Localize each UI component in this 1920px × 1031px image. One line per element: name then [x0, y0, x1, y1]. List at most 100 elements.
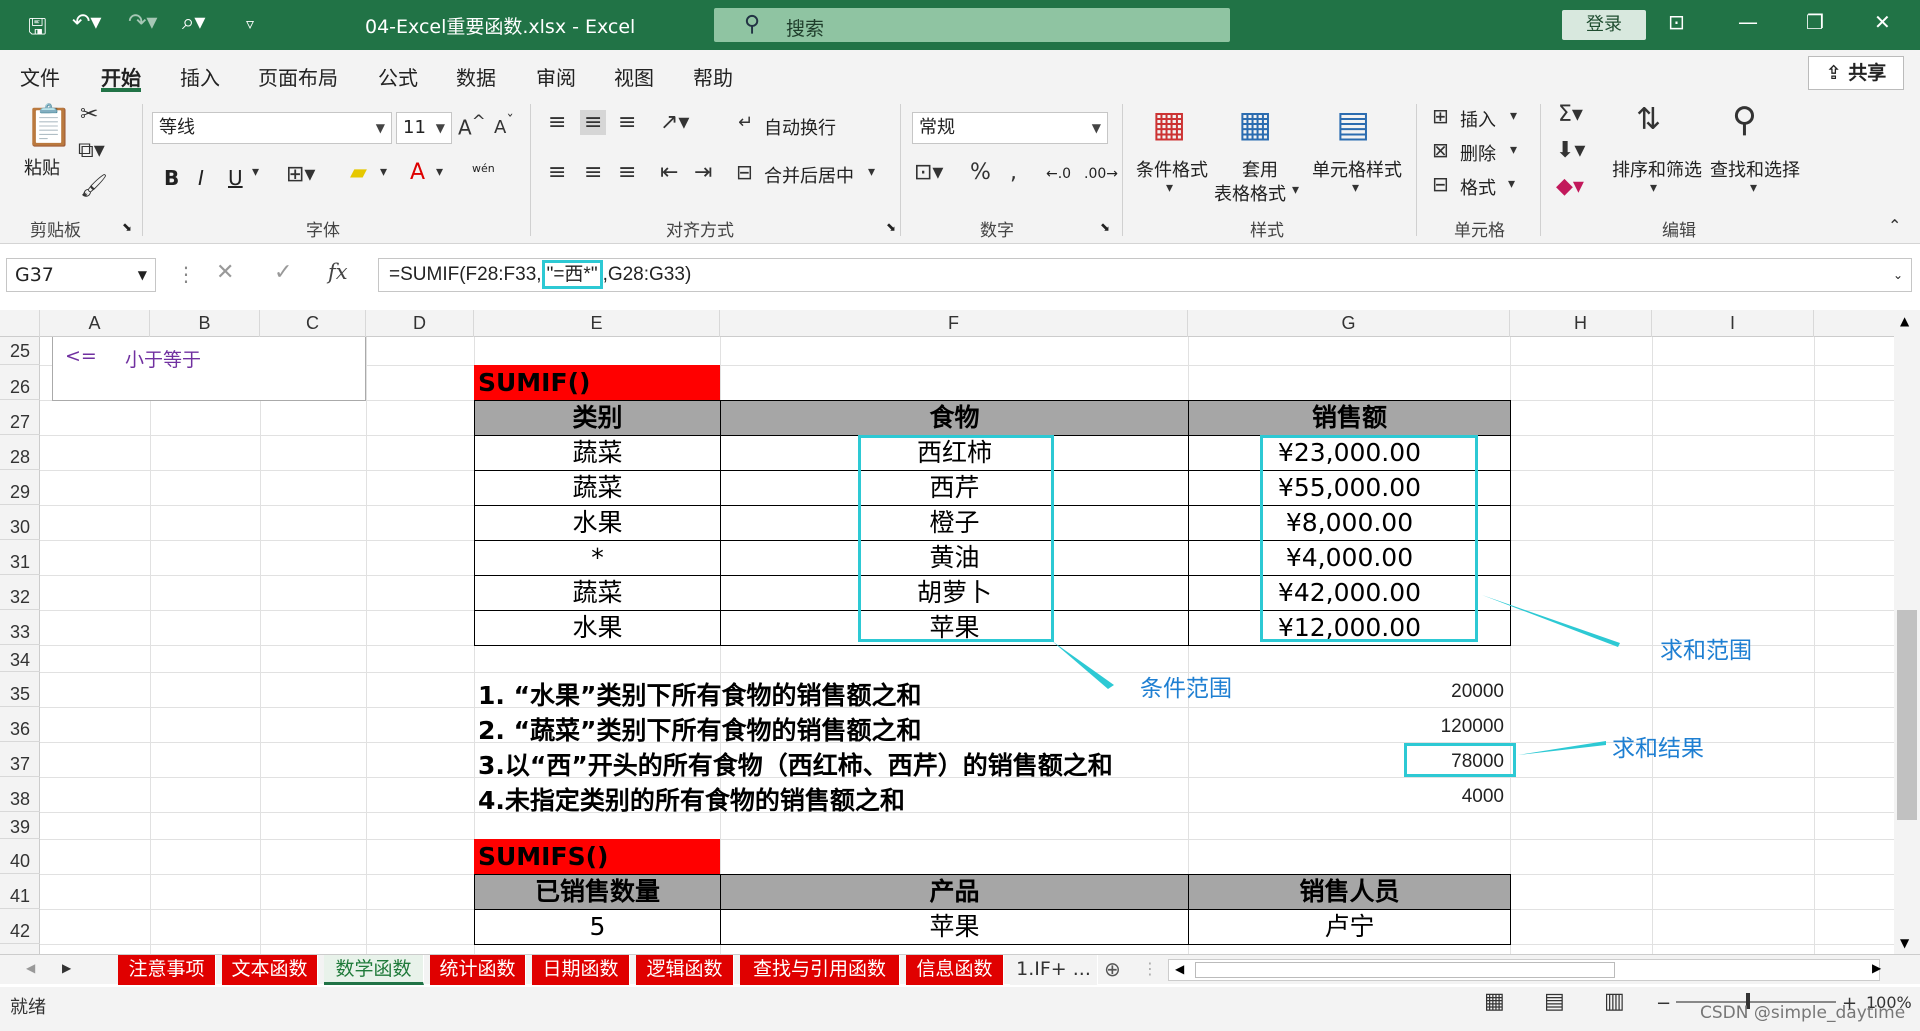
- row-header[interactable]: 35: [0, 672, 40, 707]
- decrease-decimal-icon[interactable]: .00→: [1084, 166, 1118, 182]
- row-header[interactable]: 25: [0, 337, 40, 365]
- table-format-button-line2[interactable]: 表格格式: [1214, 180, 1286, 206]
- scroll-left-icon[interactable]: ◀: [1175, 962, 1184, 976]
- zoom-out-icon[interactable]: −: [1656, 993, 1671, 1014]
- align-top-icon[interactable]: ≡: [548, 110, 566, 135]
- login-button[interactable]: 登录: [1562, 10, 1646, 40]
- row-header[interactable]: 32: [0, 575, 40, 610]
- increase-indent-icon[interactable]: ⇥: [694, 160, 712, 185]
- row-header[interactable]: 39: [0, 812, 40, 839]
- cut-icon[interactable]: ✂: [80, 102, 98, 127]
- row-header[interactable]: 28: [0, 435, 40, 470]
- save-icon[interactable]: 🖫: [28, 10, 47, 48]
- cell-style-button[interactable]: 单元格样式: [1312, 156, 1402, 182]
- chevron-down-icon[interactable]: ▾: [436, 164, 443, 180]
- merge-center-button[interactable]: 合并后居中: [764, 162, 854, 188]
- header-cell-salesperson[interactable]: 销售人员: [1188, 874, 1511, 910]
- vertical-scrollbar[interactable]: ▲ ▼: [1894, 310, 1920, 954]
- sheet-tab[interactable]: 1.IF+ ...: [1010, 955, 1098, 985]
- align-left-icon[interactable]: ≡: [548, 160, 566, 185]
- column-header-i[interactable]: I: [1652, 310, 1814, 337]
- column-header-b[interactable]: B: [150, 310, 260, 337]
- tab-view[interactable]: 视图: [614, 62, 654, 91]
- formula-input[interactable]: =SUMIF(F28:F33, "=西*" ,G28:G33) ⌄: [378, 258, 1912, 292]
- table-format-button-line1[interactable]: 套用: [1242, 156, 1278, 182]
- chevron-down-icon[interactable]: ▾: [1510, 142, 1517, 158]
- row-header[interactable]: 34: [0, 645, 40, 672]
- expand-formula-icon[interactable]: ⌄: [1893, 259, 1903, 291]
- scroll-right-icon[interactable]: ▶: [1872, 961, 1881, 975]
- tab-review[interactable]: 审阅: [536, 62, 576, 91]
- column-header-c[interactable]: C: [260, 310, 366, 337]
- row-header[interactable]: 37: [0, 742, 40, 777]
- row-header[interactable]: 29: [0, 470, 40, 505]
- paste-icon[interactable]: 📋: [24, 102, 74, 149]
- fill-color-icon[interactable]: ▰: [350, 160, 367, 185]
- table-cell[interactable]: 5: [474, 909, 721, 945]
- increase-decimal-icon[interactable]: ←.0: [1046, 166, 1071, 182]
- minimize-icon[interactable]: —: [1738, 10, 1758, 34]
- row-header[interactable]: 27: [0, 400, 40, 435]
- chevron-down-icon[interactable]: ▾: [380, 164, 387, 180]
- insert-function-icon[interactable]: fx: [328, 260, 348, 284]
- orientation-icon[interactable]: ↗▾: [660, 110, 689, 135]
- tab-formulas[interactable]: 公式: [378, 62, 418, 91]
- column-header-g[interactable]: G: [1188, 310, 1510, 337]
- row-header[interactable]: 41: [0, 874, 40, 909]
- column-header-d[interactable]: D: [366, 310, 474, 337]
- row-header[interactable]: 40: [0, 839, 40, 874]
- column-header-e[interactable]: E: [474, 310, 720, 337]
- sort-filter-button[interactable]: 排序和筛选: [1612, 156, 1702, 182]
- percent-icon[interactable]: %: [970, 160, 991, 185]
- scroll-tabs-left-icon[interactable]: ◀: [26, 961, 35, 975]
- align-right-icon[interactable]: ≡: [618, 160, 636, 185]
- tab-home[interactable]: 开始: [101, 62, 141, 91]
- chevron-down-icon[interactable]: ▾: [1166, 180, 1173, 196]
- align-bottom-icon[interactable]: ≡: [618, 110, 636, 135]
- cancel-icon[interactable]: ✕: [216, 260, 234, 285]
- conditional-format-button[interactable]: 条件格式: [1136, 156, 1208, 182]
- sheet-tab[interactable]: 查找与引用函数: [740, 955, 900, 985]
- sumifs-title[interactable]: SUMIFS(): [474, 839, 720, 874]
- border-icon[interactable]: ⊞▾: [286, 162, 315, 187]
- header-cell-quantity[interactable]: 已销售数量: [474, 874, 721, 910]
- clear-icon[interactable]: ◆▾: [1556, 174, 1584, 199]
- chevron-down-icon[interactable]: ▾: [252, 164, 259, 180]
- align-center-icon[interactable]: ≡: [584, 160, 602, 185]
- horizontal-scrollbar[interactable]: ◀: [1168, 959, 1880, 981]
- add-sheet-icon[interactable]: ⊕: [1104, 957, 1121, 981]
- restore-icon[interactable]: ❐: [1806, 10, 1824, 34]
- fill-icon[interactable]: ⬇▾: [1556, 138, 1585, 163]
- format-cells-button[interactable]: 格式: [1460, 174, 1496, 200]
- chevron-down-icon[interactable]: ▾: [1352, 180, 1359, 196]
- sheet-tab[interactable]: 文本函数: [222, 955, 318, 985]
- tab-insert[interactable]: 插入: [180, 62, 220, 91]
- search-quick-icon[interactable]: ⌕▾: [182, 10, 205, 35]
- chevron-down-icon[interactable]: ▾: [1292, 182, 1299, 198]
- insert-cells-button[interactable]: 插入: [1460, 106, 1496, 132]
- chevron-down-icon[interactable]: ▾: [1508, 176, 1515, 192]
- autosum-icon[interactable]: Σ▾: [1558, 102, 1583, 127]
- sheet-tab[interactable]: 日期函数: [532, 955, 630, 985]
- underline-button[interactable]: U: [228, 166, 243, 190]
- tab-data[interactable]: 数据: [456, 62, 496, 91]
- row-header[interactable]: 42: [0, 909, 40, 944]
- font-size-combo[interactable]: 11 ▼: [396, 112, 452, 144]
- sheet-tab[interactable]: 信息函数: [906, 955, 1004, 985]
- row-header[interactable]: 26: [0, 365, 40, 400]
- row-header[interactable]: 38: [0, 777, 40, 812]
- collapse-ribbon-icon[interactable]: ⌃: [1888, 216, 1901, 235]
- tab-help[interactable]: 帮助: [693, 62, 733, 91]
- column-header-h[interactable]: H: [1510, 310, 1652, 337]
- font-name-combo[interactable]: 等线 ▼: [152, 112, 392, 144]
- search-box[interactable]: ⚲ 搜索: [714, 8, 1230, 42]
- split-handle-icon[interactable]: ⋮: [1142, 959, 1158, 978]
- column-header-f[interactable]: F: [720, 310, 1188, 337]
- sheet-tab-active[interactable]: 数学函数: [324, 955, 424, 985]
- currency-icon[interactable]: ⊡▾: [914, 160, 943, 185]
- format-painter-icon[interactable]: 🖌: [80, 174, 108, 199]
- number-launcher-icon[interactable]: ⬊: [1100, 220, 1110, 234]
- align-middle-icon[interactable]: ≡: [580, 110, 607, 135]
- normal-view-icon[interactable]: ▦: [1484, 989, 1505, 1014]
- row-header[interactable]: 31: [0, 540, 40, 575]
